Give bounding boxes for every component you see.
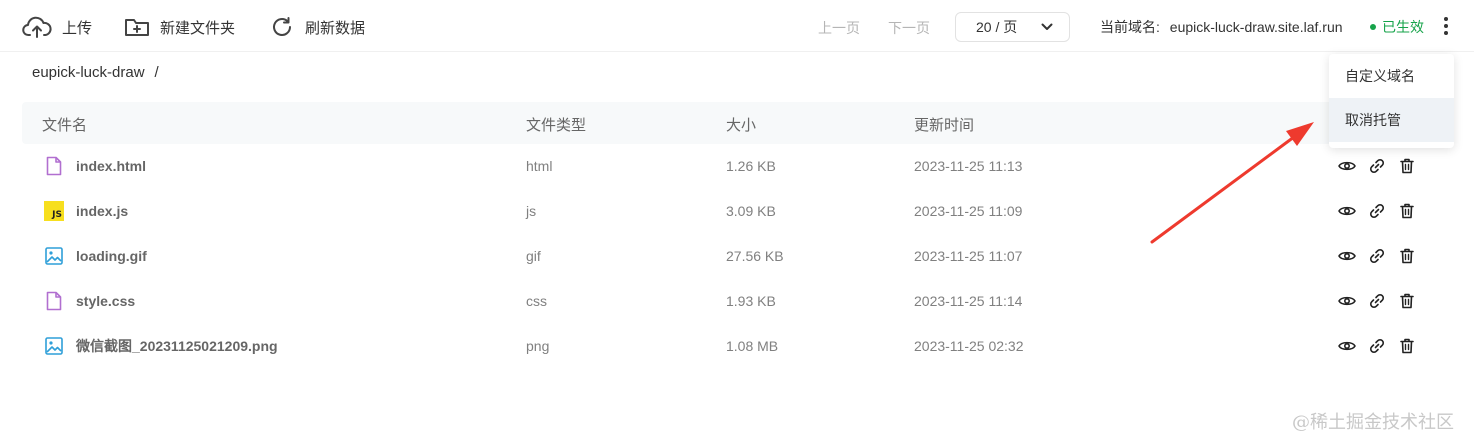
image-icon bbox=[44, 246, 64, 266]
table-row[interactable]: index.html html 1.26 KB 2023-11-25 11:13 bbox=[22, 143, 1452, 188]
more-dot-icon bbox=[1444, 24, 1448, 28]
link-icon[interactable] bbox=[1368, 247, 1386, 265]
file-name[interactable]: 微信截图_20231125021209.png bbox=[76, 336, 278, 356]
file-name[interactable]: index.html bbox=[76, 158, 146, 174]
file-size: 3.09 KB bbox=[726, 202, 776, 219]
refresh-icon bbox=[273, 17, 291, 36]
file-size: 1.93 KB bbox=[726, 292, 776, 309]
row-actions bbox=[1338, 143, 1416, 188]
menu-item-custom-domain[interactable]: 自定义域名 bbox=[1329, 54, 1454, 98]
new-folder-label: 新建文件夹 bbox=[160, 19, 236, 37]
watermark: @稀土掘金技术社区 bbox=[1292, 412, 1454, 433]
menu-item-cancel-hosting[interactable]: 取消托管 bbox=[1329, 98, 1454, 142]
eye-icon[interactable] bbox=[1338, 337, 1356, 355]
refresh-label: 刷新数据 bbox=[305, 19, 366, 37]
new-folder-button[interactable]: 新建文件夹 bbox=[124, 12, 235, 42]
breadcrumb-bucket[interactable]: eupick-luck-draw bbox=[32, 64, 145, 81]
trash-icon[interactable] bbox=[1398, 337, 1416, 355]
file-icon bbox=[44, 291, 64, 311]
eye-icon[interactable] bbox=[1338, 292, 1356, 310]
breadcrumb-separator: / bbox=[154, 64, 159, 81]
link-icon[interactable] bbox=[1368, 157, 1386, 175]
column-header-name: 文件名 bbox=[42, 117, 88, 134]
current-domain: 当前域名: eupick-luck-draw.site.laf.run bbox=[1100, 17, 1343, 37]
file-updated-time: 2023-11-25 11:13 bbox=[914, 157, 1023, 174]
file-updated-time: 2023-11-25 02:32 bbox=[914, 337, 1024, 354]
more-dropdown-menu: 自定义域名 取消托管 bbox=[1329, 54, 1454, 148]
image-icon bbox=[44, 336, 64, 356]
file-name-cell[interactable]: index.html bbox=[44, 143, 146, 188]
file-icon bbox=[44, 156, 64, 176]
file-size: 27.56 KB bbox=[726, 247, 784, 264]
file-name-cell[interactable]: 微信截图_20231125021209.png bbox=[44, 323, 278, 368]
file-type: css bbox=[526, 292, 547, 309]
folder-plus-icon bbox=[125, 19, 149, 36]
status-badge: 已生效 bbox=[1370, 17, 1424, 37]
file-name-cell[interactable]: JS index.js bbox=[44, 188, 128, 233]
link-icon[interactable] bbox=[1368, 292, 1386, 310]
trash-icon[interactable] bbox=[1398, 247, 1416, 265]
table-row[interactable]: JS index.js js 3.09 KB 2023-11-25 11:09 bbox=[22, 188, 1452, 233]
column-header-size: 大小 bbox=[726, 117, 757, 134]
js-icon: JS bbox=[44, 200, 64, 221]
js-badge: JS bbox=[44, 200, 64, 221]
trash-icon[interactable] bbox=[1398, 157, 1416, 175]
page-size-value: 20 / 页 bbox=[976, 19, 1018, 35]
file-size: 1.08 MB bbox=[726, 337, 779, 354]
eye-icon[interactable] bbox=[1338, 202, 1356, 220]
file-name-cell[interactable]: loading.gif bbox=[44, 233, 147, 278]
next-page-button[interactable]: 下一页 bbox=[888, 18, 930, 38]
file-name-cell[interactable]: style.css bbox=[44, 278, 135, 323]
row-actions bbox=[1338, 323, 1416, 368]
file-size: 1.26 KB bbox=[726, 157, 776, 174]
file-type: gif bbox=[526, 247, 541, 264]
link-icon[interactable] bbox=[1368, 337, 1386, 355]
row-actions bbox=[1338, 278, 1416, 323]
file-name[interactable]: style.css bbox=[76, 293, 135, 309]
row-actions bbox=[1338, 188, 1416, 233]
chevron-down-icon bbox=[1041, 23, 1053, 30]
upload-button[interactable]: 上传 bbox=[22, 12, 92, 42]
status-dot-icon bbox=[1370, 24, 1376, 30]
file-type: html bbox=[526, 157, 553, 174]
file-updated-time: 2023-11-25 11:07 bbox=[914, 247, 1023, 264]
domain-label: 当前域名: bbox=[1100, 19, 1160, 35]
more-menu-button[interactable] bbox=[1438, 14, 1454, 38]
status-text: 已生效 bbox=[1382, 19, 1424, 35]
table-row[interactable]: loading.gif gif 27.56 KB 2023-11-25 11:07 bbox=[22, 233, 1452, 278]
column-header-time: 更新时间 bbox=[914, 117, 975, 134]
file-updated-time: 2023-11-25 11:14 bbox=[914, 292, 1023, 309]
toolbar: 上传 新建文件夹 刷新数据 上一页 下一页 20 / 页 当前域名: eupic… bbox=[0, 0, 1474, 52]
file-updated-time: 2023-11-25 11:09 bbox=[914, 202, 1023, 219]
more-dot-icon bbox=[1444, 31, 1448, 35]
file-type: js bbox=[526, 202, 537, 219]
table-header: 文件名 文件类型 大小 更新时间 bbox=[22, 102, 1452, 144]
column-header-type: 文件类型 bbox=[526, 117, 587, 134]
eye-icon[interactable] bbox=[1338, 157, 1356, 175]
eye-icon[interactable] bbox=[1338, 247, 1356, 265]
table-row[interactable]: 微信截图_20231125021209.png png 1.08 MB 2023-11… bbox=[22, 323, 1452, 368]
file-name[interactable]: index.js bbox=[76, 203, 128, 219]
trash-icon[interactable] bbox=[1398, 202, 1416, 220]
upload-label: 上传 bbox=[62, 19, 93, 37]
refresh-button[interactable]: 刷新数据 bbox=[271, 12, 365, 42]
file-name[interactable]: loading.gif bbox=[76, 248, 147, 264]
domain-value[interactable]: eupick-luck-draw.site.laf.run bbox=[1170, 19, 1343, 35]
breadcrumb: eupick-luck-draw / bbox=[32, 64, 159, 81]
file-type: png bbox=[526, 337, 550, 354]
more-dot-icon bbox=[1444, 17, 1448, 21]
link-icon[interactable] bbox=[1368, 202, 1386, 220]
table-row[interactable]: style.css css 1.93 KB 2023-11-25 11:14 bbox=[22, 278, 1452, 323]
page-size-select[interactable]: 20 / 页 bbox=[955, 12, 1070, 42]
trash-icon[interactable] bbox=[1398, 292, 1416, 310]
prev-page-button[interactable]: 上一页 bbox=[818, 18, 860, 38]
row-actions bbox=[1338, 233, 1416, 278]
cloud-upload-icon bbox=[22, 16, 52, 38]
